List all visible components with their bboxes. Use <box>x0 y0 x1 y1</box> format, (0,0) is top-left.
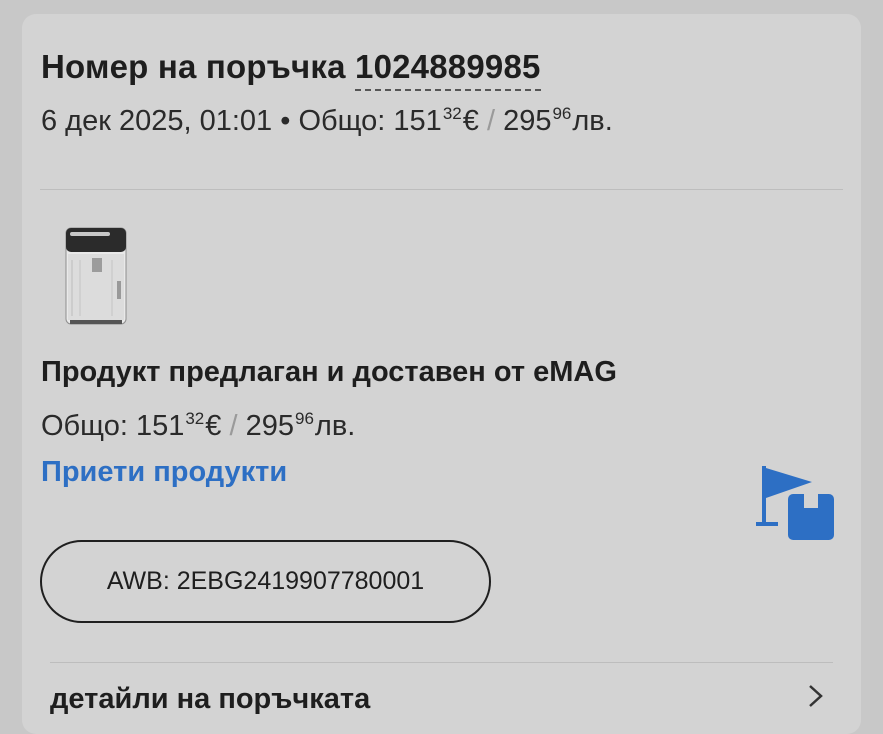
order-date: 6 дек 2025, 01:01 <box>41 105 273 137</box>
chevron-right-icon[interactable] <box>803 684 827 708</box>
product-total: Общо: 15132€ / 29596лв. <box>41 409 356 443</box>
order-total-bgn: 29596лв. <box>503 104 613 137</box>
order-number[interactable]: 1024889985 <box>355 48 541 91</box>
order-meta: 6 дек 2025, 01:01 • Общо: 15132€ / 29596… <box>41 104 613 138</box>
price-separator: / <box>229 410 238 442</box>
price-separator: / <box>486 105 495 137</box>
order-title: Номер на поръчка 1024889985 <box>41 48 541 91</box>
seller-info: Продукт предлаган и доставен от eMAG <box>41 356 617 388</box>
flag-package-icon <box>756 466 834 540</box>
dehumidifier-product-image[interactable] <box>62 226 130 326</box>
order-total-eur: 15132€ <box>393 104 479 137</box>
product-total-bgn: 29596лв. <box>245 409 356 442</box>
order-total-label: • Общо: <box>280 105 386 137</box>
product-total-eur: 15132€ <box>135 409 222 442</box>
received-products-link[interactable]: Приети продукти <box>41 456 287 489</box>
awb-tracking-button[interactable]: AWB: 2EBG2419907780001 <box>40 540 491 623</box>
divider <box>40 189 843 190</box>
product-total-label: Общо: <box>41 410 128 442</box>
divider <box>50 662 833 663</box>
order-title-prefix: Номер на поръчка <box>41 48 346 85</box>
